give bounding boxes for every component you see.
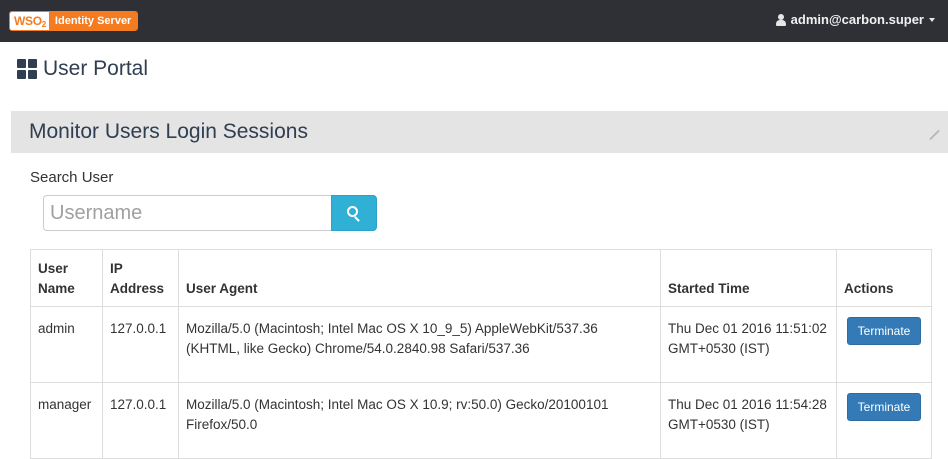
cell-started-time: Thu Dec 01 2016 11:51:02 GMT+0530 (IST) bbox=[660, 306, 837, 383]
username-search-input[interactable] bbox=[43, 195, 331, 231]
user-menu-dropdown[interactable]: admin@carbon.super bbox=[775, 12, 935, 27]
header-actions: Actions bbox=[836, 249, 932, 307]
table-row: admin 127.0.0.1 Mozilla/5.0 (Macintosh; … bbox=[30, 306, 932, 383]
compress-icon[interactable] bbox=[929, 129, 940, 140]
dashboard-grid-icon bbox=[17, 59, 37, 79]
terminate-button[interactable]: Terminate bbox=[846, 317, 922, 345]
cell-user: admin bbox=[30, 306, 103, 383]
header-ip-address: IP Address bbox=[102, 249, 179, 307]
panel-header: Monitor Users Login Sessions bbox=[11, 111, 948, 153]
sessions-table: User Name IP Address User Agent Started … bbox=[30, 249, 932, 459]
wso2-identity-server-logo[interactable]: WSO 2 Identity Server bbox=[9, 11, 139, 31]
logo-product-name: Identity Server bbox=[48, 12, 138, 30]
cell-actions: Terminate bbox=[836, 382, 932, 459]
cell-started-time: Thu Dec 01 2016 11:54:28 GMT+0530 (IST) bbox=[660, 382, 837, 459]
top-navbar: WSO 2 Identity Server admin@carbon.super bbox=[0, 0, 948, 42]
user-menu-label: admin@carbon.super bbox=[790, 12, 924, 27]
cell-user-agent: Mozilla/5.0 (Macintosh; Intel Mac OS X 1… bbox=[178, 306, 661, 383]
header-started-time: Started Time bbox=[660, 249, 837, 307]
search-group bbox=[43, 195, 377, 231]
cell-actions: Terminate bbox=[836, 306, 932, 383]
page-title: User Portal bbox=[43, 57, 149, 80]
panel-title: Monitor Users Login Sessions bbox=[29, 120, 308, 143]
caret-down-icon bbox=[929, 17, 935, 22]
logo-brand: WSO 2 bbox=[10, 12, 49, 30]
cell-user: manager bbox=[30, 382, 103, 459]
table-header-row: User Name IP Address User Agent Started … bbox=[30, 249, 932, 307]
search-label: Search User bbox=[30, 169, 114, 186]
cell-user-agent: Mozilla/5.0 (Macintosh; Intel Mac OS X 1… bbox=[178, 382, 661, 459]
table-row: manager 127.0.0.1 Mozilla/5.0 (Macintosh… bbox=[30, 382, 932, 459]
search-button[interactable] bbox=[331, 195, 377, 231]
header-user-name: User Name bbox=[30, 249, 103, 307]
page-header: User Portal bbox=[17, 57, 148, 81]
user-icon bbox=[775, 13, 786, 26]
cell-ip: 127.0.0.1 bbox=[102, 382, 179, 459]
terminate-button[interactable]: Terminate bbox=[846, 393, 922, 421]
header-user-agent: User Agent bbox=[178, 249, 661, 307]
search-icon bbox=[347, 206, 361, 222]
cell-ip: 127.0.0.1 bbox=[102, 306, 179, 383]
